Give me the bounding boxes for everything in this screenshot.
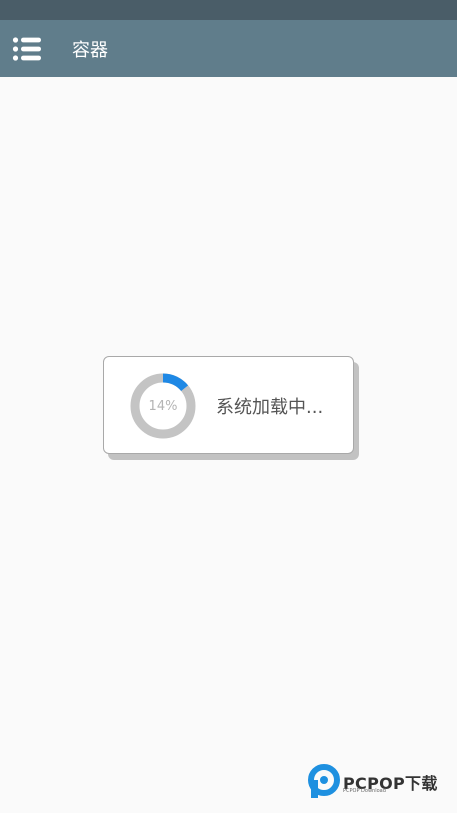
loading-message: 系统加载中... (216, 397, 324, 418)
status-bar (0, 0, 457, 20)
loading-dialog: 14% 系统加载中... (103, 356, 354, 454)
page-title: 容器 (72, 39, 108, 61)
app-bar: 容器 (0, 20, 457, 77)
watermark-sub: PCPOP Download (343, 788, 386, 794)
pcpop-logo-icon (308, 764, 340, 798)
list-menu-icon (12, 36, 41, 61)
progress-percent: 14% (148, 398, 178, 414)
watermark: PCPOP下载 PCPOP Download (308, 764, 453, 800)
menu-button[interactable] (0, 20, 54, 77)
